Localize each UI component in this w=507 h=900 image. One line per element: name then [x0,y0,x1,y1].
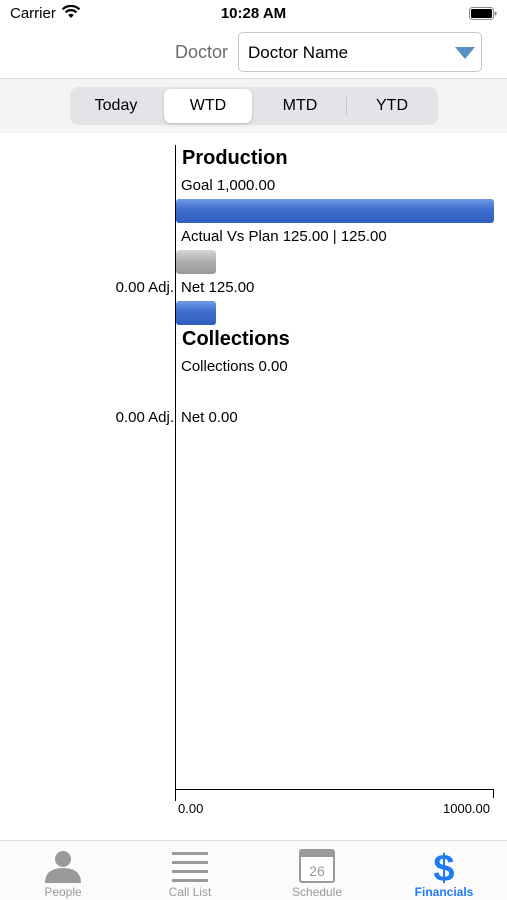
tab-call-list[interactable]: Call List [127,845,253,900]
calendar-day: 26 [309,863,325,879]
doctor-select-value: Doctor Name [248,43,349,62]
list-icon [172,852,208,882]
section-title-collections: Collections [182,328,290,350]
bar-label: Net 125.00 [181,279,255,296]
tab-bar: People Call List 26 Schedule $ Financial… [0,840,507,900]
period-segmented-control: Today WTD MTD YTD [70,87,438,125]
segment-ytd[interactable]: YTD [348,89,436,123]
x-tick [493,789,494,798]
bar-label: Goal 1,000.00 [181,177,276,194]
tab-label: Schedule [291,885,343,899]
segment-separator [346,97,347,115]
period-strip: Today WTD MTD YTD [0,79,507,133]
y-axis [175,145,176,801]
bar-net-production [176,301,216,325]
adj-label: 0.00 Adj. [115,279,174,296]
x-tick-label: 1000.00 [443,801,490,816]
segment-wtd[interactable]: WTD [164,89,252,123]
clock: 10:28 AM [220,5,287,22]
tab-people[interactable]: People [0,845,126,900]
tab-financials[interactable]: $ Financials [381,845,507,900]
x-axis [175,789,494,790]
financials-chart: 0.00 1000.00 Production Goal 1,000.00 Ac… [0,133,507,840]
x-tick-label: 0.00 [178,801,204,816]
segment-mtd[interactable]: MTD [256,89,344,123]
bar-label: Actual Vs Plan 125.00 | 125.00 [181,228,387,245]
adj-label: 0.00 Adj. [115,409,174,426]
doctor-row: Doctor Doctor Name [0,30,507,78]
person-icon [45,851,81,883]
calendar-icon: 26 [299,849,335,883]
bar-label: Net 0.00 [181,409,238,426]
svg-text:$: $ [433,849,454,883]
section-title-production: Production [182,147,288,169]
tab-label: People [44,885,82,899]
segment-today[interactable]: Today [72,89,160,123]
x-tick [175,789,176,798]
bar-label: Collections 0.00 [181,358,288,375]
caret-down-icon [455,47,475,59]
battery-icon [469,7,497,20]
bar-goal [176,199,494,223]
tab-label: Call List [168,885,212,899]
tab-schedule[interactable]: 26 Schedule [254,845,380,900]
bar-actual-vs-plan [176,250,216,274]
doctor-select[interactable]: Doctor Name [238,32,482,72]
dollar-icon: $ [433,849,454,883]
tab-label: Financials [414,885,474,899]
doctor-label: Doctor [175,42,229,62]
status-bar: Carrier 10:28 AM [0,0,507,28]
